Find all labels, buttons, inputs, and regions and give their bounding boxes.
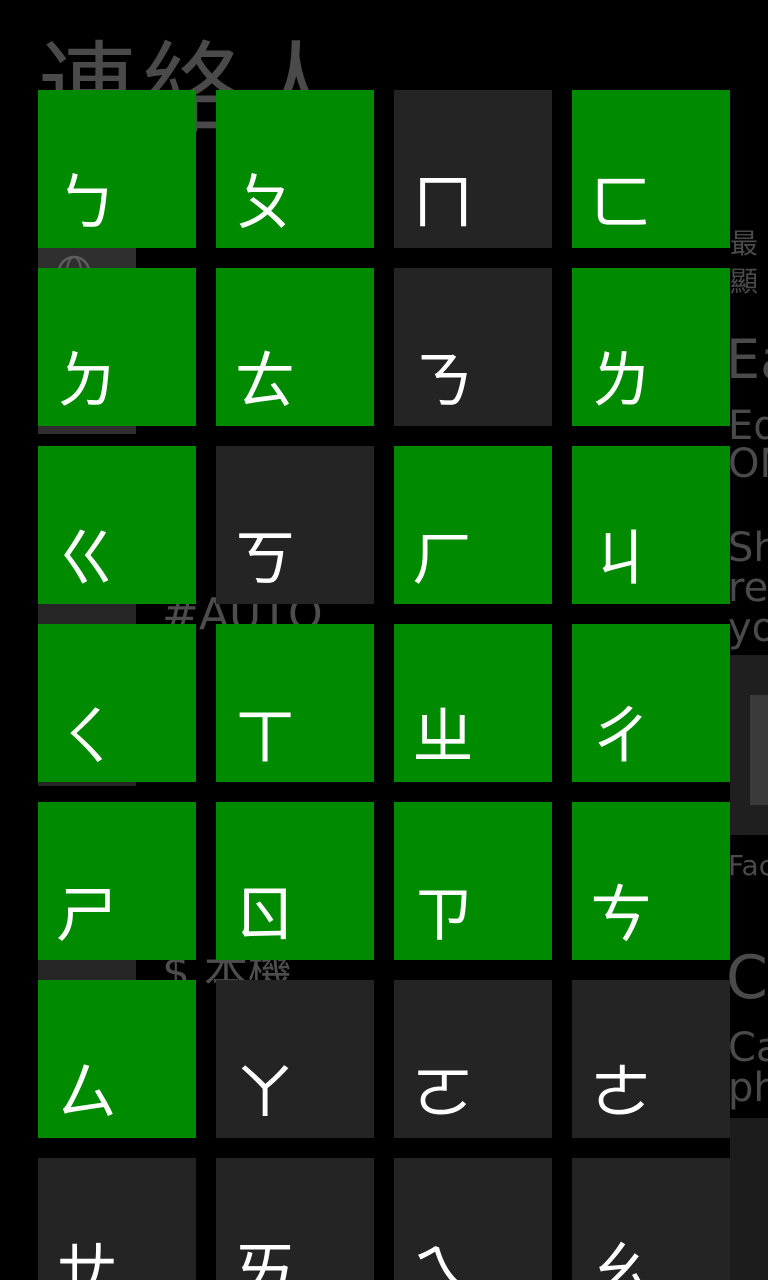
jump-tile[interactable]: ㄏ (394, 446, 552, 604)
jump-tile[interactable]: ㄖ (216, 802, 374, 960)
jump-tile[interactable]: ㄋ (394, 268, 552, 426)
peek-text: C (726, 943, 768, 1013)
people-hub-screen: 連絡人 #AUTO $ 本機 最 顯 Ea Ed ON Sh rec yo Fa… (0, 0, 768, 1280)
jump-tile-label: ㄋ (412, 344, 475, 417)
jump-tile[interactable]: ㄠ (572, 1158, 730, 1280)
jump-tile[interactable]: ㄌ (572, 268, 730, 426)
jump-tile-label: ㄒ (234, 700, 297, 773)
peek-text: Ea (726, 328, 768, 391)
jump-tile[interactable]: ㄜ (572, 980, 730, 1138)
jump-tile-label: ㄛ (412, 1056, 475, 1129)
jump-tile[interactable]: ㄊ (216, 268, 374, 426)
jump-tile-label: ㄞ (234, 1234, 297, 1280)
jump-tile-label: ㄑ (56, 700, 119, 773)
jump-tile[interactable]: ㄘ (572, 802, 730, 960)
peek-text: ph (728, 1065, 768, 1111)
jump-tile-label: ㄙ (56, 1056, 119, 1129)
jump-tile[interactable]: ㄓ (394, 624, 552, 782)
jump-tile-label: ㄏ (412, 522, 475, 595)
jump-tile[interactable]: ㄉ (38, 268, 196, 426)
jump-tile-label: ㄎ (234, 522, 297, 595)
jump-tile-label: ㄈ (590, 166, 653, 239)
jump-tile[interactable]: ㄈ (572, 90, 730, 248)
peek-text: rec (728, 565, 768, 611)
jump-tile-label: ㄗ (412, 878, 475, 951)
jump-tile-label: ㄍ (56, 522, 119, 595)
jump-tile-label: ㄉ (56, 344, 119, 417)
jump-tile-label: ㄝ (56, 1234, 119, 1280)
jump-tile-label: ㄜ (590, 1056, 653, 1129)
bopomofo-jump-list: ㄅ ㄆ ㄇ ㄈㄉ ㄊ ㄋ ㄌㄍ ㄎ ㄏ ㄐㄑ ㄒ ㄓ ㄔㄕ ㄖ ㄗ ㄘㄙ ㄚ ㄛ ㄜㄝ ㄞ ㄟ ㄠ (38, 90, 730, 1280)
jump-tile[interactable]: ㄟ (394, 1158, 552, 1280)
jump-tile-label: ㄐ (590, 522, 653, 595)
jump-tile-label: ㄓ (412, 700, 475, 773)
jump-tile[interactable]: ㄑ (38, 624, 196, 782)
jump-tile-label: ㄕ (56, 878, 119, 951)
jump-tile-label: ㄖ (234, 878, 297, 951)
jump-tile[interactable]: ㄙ (38, 980, 196, 1138)
jump-tile[interactable]: ㄐ (572, 446, 730, 604)
peek-text: ON (728, 441, 768, 487)
jump-tile[interactable]: ㄒ (216, 624, 374, 782)
jump-tile-label: ㄔ (590, 700, 653, 773)
jump-tile-label: ㄚ (234, 1056, 297, 1129)
jump-tile-label: ㄟ (412, 1234, 475, 1280)
jump-tile[interactable]: ㄚ (216, 980, 374, 1138)
jump-tile[interactable]: ㄍ (38, 446, 196, 604)
peek-text: Sh (728, 525, 768, 571)
jump-tile-label: ㄅ (56, 166, 119, 239)
jump-tile[interactable]: ㄞ (216, 1158, 374, 1280)
jump-tile[interactable]: ㄆ (216, 90, 374, 248)
post-photo (730, 1118, 768, 1280)
peek-text: yo (728, 605, 768, 651)
jump-tile-label: ㄊ (234, 344, 297, 417)
jump-tile-label: ㄘ (590, 878, 653, 951)
jump-tile-label: ㄌ (590, 344, 653, 417)
jump-tile[interactable]: ㄎ (216, 446, 374, 604)
jump-tile[interactable]: ㄔ (572, 624, 730, 782)
post-photo (730, 655, 768, 835)
jump-tile[interactable]: ㄅ (38, 90, 196, 248)
jump-tile-label: ㄇ (412, 166, 475, 239)
jump-tile-label: ㄠ (590, 1234, 653, 1280)
peek-text: 顯 (730, 265, 759, 298)
peek-text: Fac (728, 849, 768, 882)
peek-text: Ca (728, 1025, 768, 1071)
jump-tile[interactable]: ㄛ (394, 980, 552, 1138)
jump-tile[interactable]: ㄕ (38, 802, 196, 960)
jump-tile[interactable]: ㄗ (394, 802, 552, 960)
jump-tile-label: ㄆ (234, 166, 297, 239)
jump-tile[interactable]: ㄇ (394, 90, 552, 248)
peek-text: 最 (730, 227, 759, 260)
jump-tile[interactable]: ㄝ (38, 1158, 196, 1280)
